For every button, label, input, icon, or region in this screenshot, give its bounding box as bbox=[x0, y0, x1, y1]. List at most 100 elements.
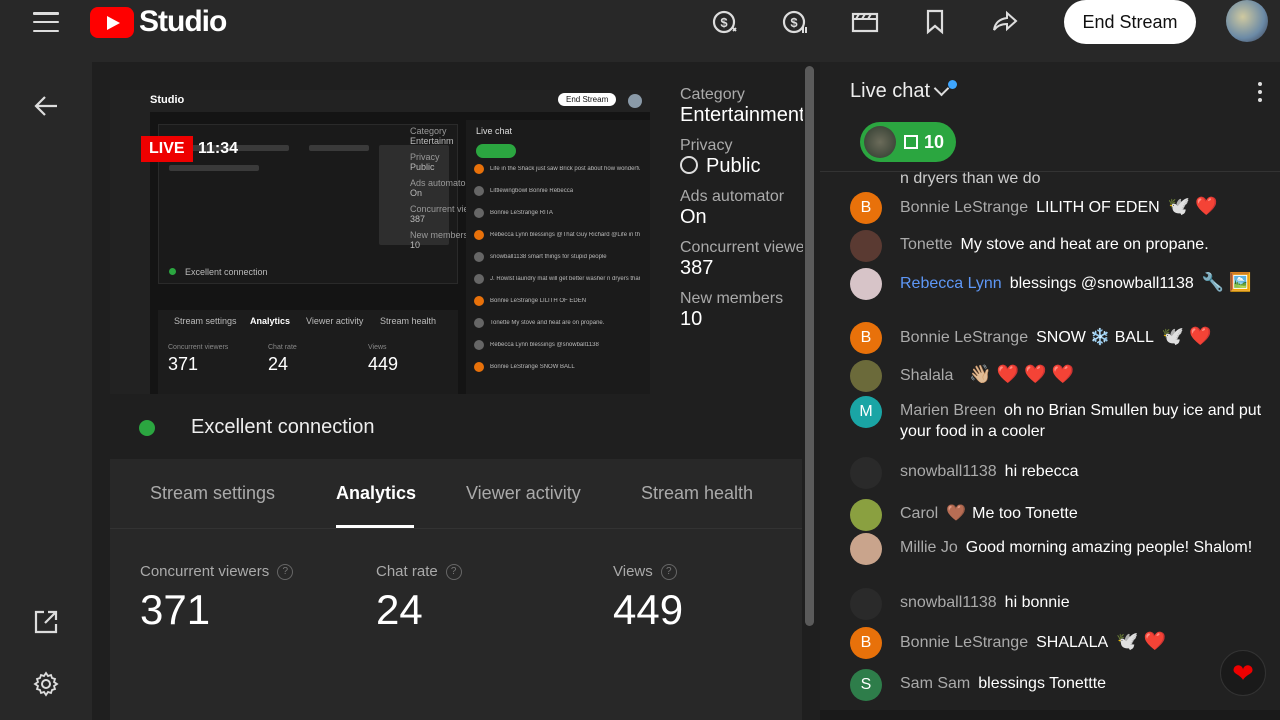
avatar[interactable] bbox=[850, 268, 882, 300]
mini-stat-value: 371 bbox=[168, 354, 199, 374]
mini-new-members-label: New members bbox=[410, 230, 469, 240]
end-stream-button[interactable]: End Stream bbox=[1064, 0, 1196, 44]
back-arrow-icon[interactable] bbox=[30, 90, 62, 122]
tab-stream-health[interactable]: Stream health bbox=[641, 483, 753, 504]
message-text: SHALALA bbox=[1036, 634, 1109, 651]
help-icon[interactable]: ? bbox=[277, 563, 294, 580]
author-name[interactable]: Shalala bbox=[900, 367, 953, 384]
chat-message[interactable]: Carol 🤎 Me too Tonette bbox=[850, 499, 1270, 531]
help-icon[interactable]: ? bbox=[445, 563, 462, 580]
stat-value: 449 bbox=[613, 586, 684, 633]
avatar[interactable]: S bbox=[850, 669, 882, 701]
author-name[interactable]: snowball1138 bbox=[900, 594, 997, 611]
avatar[interactable] bbox=[850, 230, 882, 262]
message-body: snowball1138 hi bonnie bbox=[900, 588, 1070, 613]
author-name[interactable]: Tonette bbox=[900, 236, 952, 253]
live-chat-panel: Live chat 10 n dryers than we do B Bonnie… bbox=[820, 62, 1280, 720]
author-name[interactable]: Bonnie LeStrange bbox=[900, 634, 1028, 651]
message-body: Bonnie LeStrange SHALALA 🕊️ ❤️ bbox=[900, 627, 1166, 653]
chat-messages[interactable]: n dryers than we do B Bonnie LeStrange LIL… bbox=[820, 172, 1280, 712]
concurrent-viewers-value: 387 bbox=[680, 257, 714, 279]
top-bar: Studio $ $ End Stream bbox=[0, 0, 1280, 62]
tab-analytics[interactable]: Analytics bbox=[336, 483, 416, 504]
tab-viewer-activity[interactable]: Viewer activity bbox=[466, 483, 581, 504]
avatar[interactable]: B bbox=[850, 192, 882, 224]
avatar[interactable] bbox=[850, 457, 882, 489]
avatar[interactable] bbox=[850, 360, 882, 392]
author-badge-icon: 🤎 bbox=[946, 505, 967, 522]
author-name[interactable]: Bonnie LeStrange bbox=[900, 329, 1028, 346]
chat-message[interactable]: M Marien Breen oh no Brian Smullen buy ice… bbox=[850, 396, 1270, 442]
message-body: snowball1138 hi rebecca bbox=[900, 457, 1079, 482]
chat-message[interactable]: B Bonnie LeStrange SNOW ❄️ BALL 🕊️ ❤️ bbox=[850, 322, 1270, 354]
gift-memberships-chip[interactable]: 10 bbox=[860, 122, 956, 162]
chat-message[interactable]: S Sam Sam blessings Tonettte bbox=[850, 669, 1270, 701]
mini-chat-line: Rebecca Lynn blessings @That Guy Richard… bbox=[490, 232, 640, 238]
scrollbar-thumb[interactable] bbox=[805, 66, 814, 626]
studio-logo[interactable]: Studio bbox=[90, 5, 227, 39]
chat-message[interactable]: B Bonnie LeStrange LILITH OF EDEN 🕊️ ❤️ bbox=[850, 192, 1270, 224]
mini-category-label: Category bbox=[410, 126, 447, 136]
mini-tab: Viewer activity bbox=[306, 316, 364, 326]
avatar[interactable] bbox=[850, 499, 882, 531]
author-name[interactable]: Marien Breen bbox=[900, 402, 996, 419]
chat-message[interactable]: Tonette My stove and heat are on propane. bbox=[850, 230, 1270, 262]
mini-avatar bbox=[628, 94, 642, 108]
avatar[interactable] bbox=[1226, 0, 1268, 42]
settings-icon[interactable] bbox=[30, 668, 62, 700]
chat-message[interactable]: B Bonnie LeStrange SHALALA 🕊️ ❤️ bbox=[850, 627, 1270, 659]
author-name[interactable]: Bonnie LeStrange bbox=[900, 199, 1028, 216]
message-text: LILITH OF EDEN bbox=[1036, 199, 1160, 216]
stat-concurrent-viewers: Concurrent viewers? 371 bbox=[140, 563, 294, 634]
mini-stat-label: Concurrent viewers bbox=[168, 344, 229, 351]
chat-message[interactable]: Rebecca Lynn blessings @snowball1138 🔧 🖼️ bbox=[850, 268, 1270, 300]
mini-category-value: Entertainm bbox=[410, 136, 454, 146]
bookmark-icon[interactable] bbox=[920, 8, 950, 36]
main-scrollbar[interactable] bbox=[803, 62, 817, 720]
live-elapsed-time: 11:34 bbox=[198, 140, 239, 157]
mini-studio: Studio bbox=[150, 94, 185, 106]
left-rail bbox=[0, 62, 92, 720]
chat-message[interactable]: snowball1138 hi rebecca bbox=[850, 457, 1270, 489]
message-text: hi bonnie bbox=[1004, 594, 1070, 611]
clapperboard-icon[interactable] bbox=[850, 8, 880, 36]
message-text: n dryers than we do bbox=[900, 172, 1041, 187]
stream-preview[interactable]: Studio End Stream Excellent connection C… bbox=[110, 90, 650, 394]
avatar[interactable]: B bbox=[850, 322, 882, 354]
avatar[interactable]: M bbox=[850, 396, 882, 428]
emoji-icon: 🔧 🖼️ bbox=[1201, 272, 1252, 292]
chat-message[interactable]: snowball1138 hi bonnie bbox=[850, 588, 1270, 620]
super-chat-icon[interactable]: $ bbox=[710, 8, 740, 36]
category-value: Entertainment bbox=[680, 104, 805, 126]
mini-stat-value: 24 bbox=[268, 354, 289, 374]
author-name[interactable]: snowball1138 bbox=[900, 463, 997, 480]
author-name[interactable]: Rebecca Lynn bbox=[900, 275, 1002, 292]
mini-chat-title: Live chat bbox=[476, 126, 513, 136]
chat-message[interactable]: Millie Jo Good morning amazing people! Sh… bbox=[850, 533, 1270, 565]
super-thanks-icon[interactable]: $ bbox=[780, 8, 810, 36]
avatar[interactable]: B bbox=[850, 627, 882, 659]
share-icon[interactable] bbox=[990, 8, 1020, 36]
heart-icon: ❤ bbox=[1232, 657, 1254, 688]
heart-reaction-button[interactable]: ❤ bbox=[1220, 650, 1266, 696]
menu-icon[interactable] bbox=[33, 12, 59, 32]
mini-chat-avatar bbox=[474, 296, 484, 306]
avatar[interactable] bbox=[850, 588, 882, 620]
author-name[interactable]: Carol bbox=[900, 505, 938, 522]
message-text: My stove and heat are on propane. bbox=[960, 236, 1209, 253]
author-name[interactable]: Sam Sam bbox=[900, 675, 970, 692]
tab-stream-settings[interactable]: Stream settings bbox=[150, 483, 275, 504]
mini-chat-line: snowball1138 smart things for stupid peo… bbox=[490, 254, 607, 260]
chat-title-dropdown[interactable]: Live chat bbox=[850, 80, 958, 103]
mini-chat-line: Life in the Shack just saw Brick post ab… bbox=[490, 166, 640, 172]
new-members-value: 10 bbox=[680, 308, 703, 330]
more-options-icon[interactable] bbox=[1258, 82, 1264, 102]
external-link-icon[interactable] bbox=[30, 606, 62, 638]
help-icon[interactable]: ? bbox=[660, 563, 677, 580]
mini-chat-line: Bonnie LeStrange SNOW BALL bbox=[490, 364, 575, 370]
chat-message[interactable]: Shalala 👋🏼 ❤️ ❤️ ❤️ bbox=[850, 360, 1270, 392]
message-text: Me too Tonette bbox=[972, 505, 1078, 522]
author-name[interactable]: Millie Jo bbox=[900, 539, 958, 556]
mini-stat-value: 449 bbox=[368, 354, 399, 374]
avatar[interactable] bbox=[850, 533, 882, 565]
